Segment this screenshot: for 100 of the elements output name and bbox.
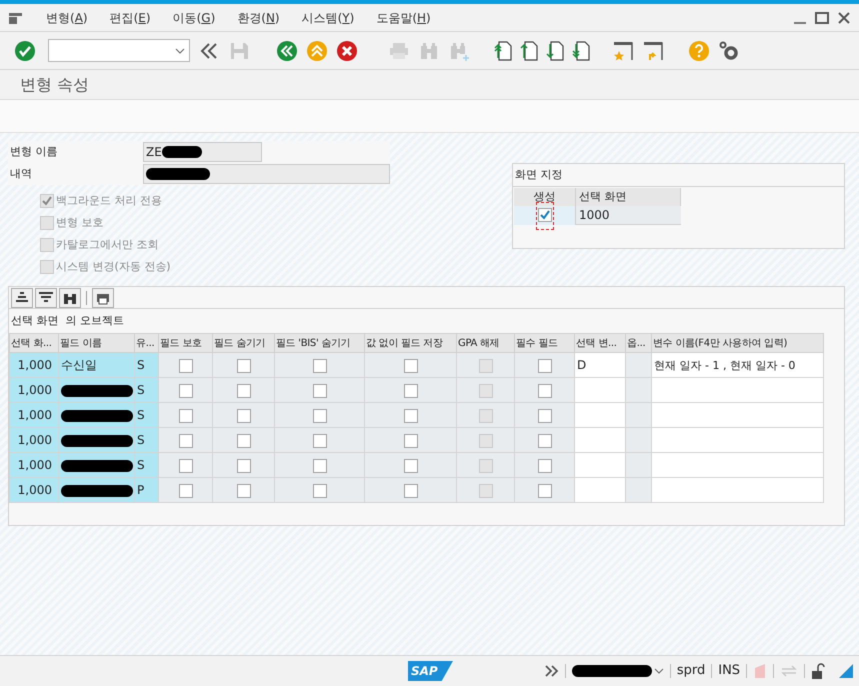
column-header: 유... <box>134 334 158 352</box>
checkbox[interactable] <box>478 358 492 373</box>
checkbox[interactable] <box>178 434 192 448</box>
input-field[interactable] <box>143 164 390 184</box>
checkbox[interactable] <box>478 434 492 448</box>
swap-icon[interactable] <box>780 663 798 679</box>
table-cell: S <box>137 408 145 422</box>
previous-page-icon[interactable] <box>520 40 538 62</box>
expand-icon[interactable] <box>542 663 559 679</box>
column-header: 선택 화... <box>10 334 58 352</box>
checkbox[interactable] <box>478 484 492 498</box>
back-circle-icon[interactable] <box>276 40 298 62</box>
checkbox[interactable] <box>312 358 326 373</box>
screen-title: 변형 속성 <box>20 74 90 96</box>
dropdown-icon[interactable] <box>175 48 185 54</box>
checkbox[interactable] <box>312 458 326 473</box>
table-cell: P <box>137 483 144 497</box>
column-header: 선택 변... <box>574 334 626 352</box>
checkbox[interactable] <box>178 408 192 423</box>
last-page-icon[interactable] <box>572 40 590 62</box>
checkbox[interactable] <box>538 434 552 448</box>
checkbox[interactable] <box>404 358 418 373</box>
resize-grip-icon[interactable] <box>838 664 853 678</box>
table-cell: 1,000 <box>18 433 52 447</box>
menu-item[interactable]: 도움말(H) <box>376 8 431 26</box>
table-cell: 1,000 <box>18 383 52 397</box>
insert-mode-label: INS <box>718 662 740 680</box>
checkbox[interactable] <box>404 434 418 448</box>
checkbox[interactable] <box>404 408 418 423</box>
menu-icon[interactable] <box>8 10 24 24</box>
column-header: 필드 보호 <box>158 334 212 352</box>
status-icon[interactable] <box>753 663 768 679</box>
column-header: GPA 해제 <box>456 334 514 352</box>
next-page-icon[interactable] <box>546 40 564 62</box>
checkbox-label: 백그라운드 처리 전용 <box>56 192 162 209</box>
enter-icon[interactable] <box>14 40 36 62</box>
shortcut-icon[interactable] <box>642 40 664 62</box>
menu-item[interactable]: 환경(N) <box>237 8 280 26</box>
checkbox[interactable] <box>478 408 492 423</box>
checkbox[interactable] <box>236 484 250 498</box>
lock-icon[interactable] <box>810 662 827 680</box>
checkbox[interactable] <box>404 458 418 473</box>
panel-title: 화면 지정 <box>513 164 844 187</box>
checkbox[interactable] <box>236 358 250 373</box>
field-value: ZE <box>146 144 162 161</box>
checkbox[interactable] <box>538 484 552 498</box>
first-page-icon[interactable] <box>494 40 512 62</box>
checkbox[interactable] <box>538 408 552 423</box>
menu-item[interactable]: 편집(E) <box>110 8 151 26</box>
maximize-icon[interactable] <box>815 10 829 24</box>
table-cell: 1,000 <box>18 408 52 422</box>
checkbox[interactable] <box>404 484 418 498</box>
column-header: 변수 이름(F4만 사용하여 입력) <box>652 334 824 352</box>
grid-title: 선택 화면 의 오브젝트 <box>10 312 125 329</box>
help-icon[interactable] <box>688 40 710 62</box>
print-icon[interactable] <box>92 288 114 308</box>
dropdown-icon[interactable] <box>654 668 664 674</box>
column-header: 필드 'BIS' 숨기기 <box>274 334 364 352</box>
checkbox[interactable] <box>538 458 552 473</box>
checkbox-label: 변형 보호 <box>56 214 104 231</box>
checkbox[interactable] <box>312 384 326 398</box>
column-header: 값 없이 필드 저장 <box>364 334 456 352</box>
column-header: 옵... <box>626 334 652 352</box>
checkbox[interactable] <box>312 484 326 498</box>
checkbox-label: 시스템 변경(자동 전송) <box>56 258 171 275</box>
checkbox[interactable] <box>236 384 250 398</box>
new-window-icon[interactable] <box>612 40 634 62</box>
checkbox[interactable] <box>538 384 552 398</box>
table-cell: S <box>137 458 145 472</box>
checkbox[interactable] <box>538 208 552 222</box>
cancel-icon[interactable] <box>336 40 358 62</box>
checkbox[interactable] <box>236 458 250 473</box>
checkbox[interactable] <box>404 384 418 398</box>
checkbox[interactable] <box>178 358 192 373</box>
table-cell: 1,000 <box>18 483 52 497</box>
checkbox[interactable] <box>312 408 326 423</box>
menu-item[interactable]: 이동(G) <box>172 8 216 26</box>
client-label: sprd <box>676 662 706 680</box>
checkbox[interactable] <box>178 458 192 473</box>
exit-icon[interactable] <box>306 40 328 62</box>
sort-ascending-icon[interactable] <box>11 288 33 308</box>
close-icon[interactable] <box>837 10 851 24</box>
table-cell: 1000 <box>576 206 681 225</box>
checkbox[interactable] <box>478 384 492 398</box>
filter-icon[interactable] <box>35 288 57 308</box>
column-header: 필드 이름 <box>58 334 134 352</box>
menu-item[interactable]: 시스템(Y) <box>302 8 354 26</box>
input-field[interactable]: ZE <box>143 142 262 162</box>
command-field[interactable] <box>48 39 190 62</box>
table-cell: S <box>137 358 145 372</box>
checkbox[interactable] <box>312 434 326 448</box>
column-header: 필수 필드 <box>514 334 574 352</box>
checkbox[interactable] <box>178 484 192 498</box>
checkbox[interactable] <box>178 384 192 398</box>
checkbox[interactable] <box>236 434 250 448</box>
menu-item[interactable]: 변형(A) <box>46 8 88 26</box>
checkbox[interactable] <box>538 358 552 373</box>
checkbox[interactable] <box>236 408 250 423</box>
column-header: 필드 숨기기 <box>212 334 274 352</box>
checkbox[interactable] <box>478 458 492 473</box>
